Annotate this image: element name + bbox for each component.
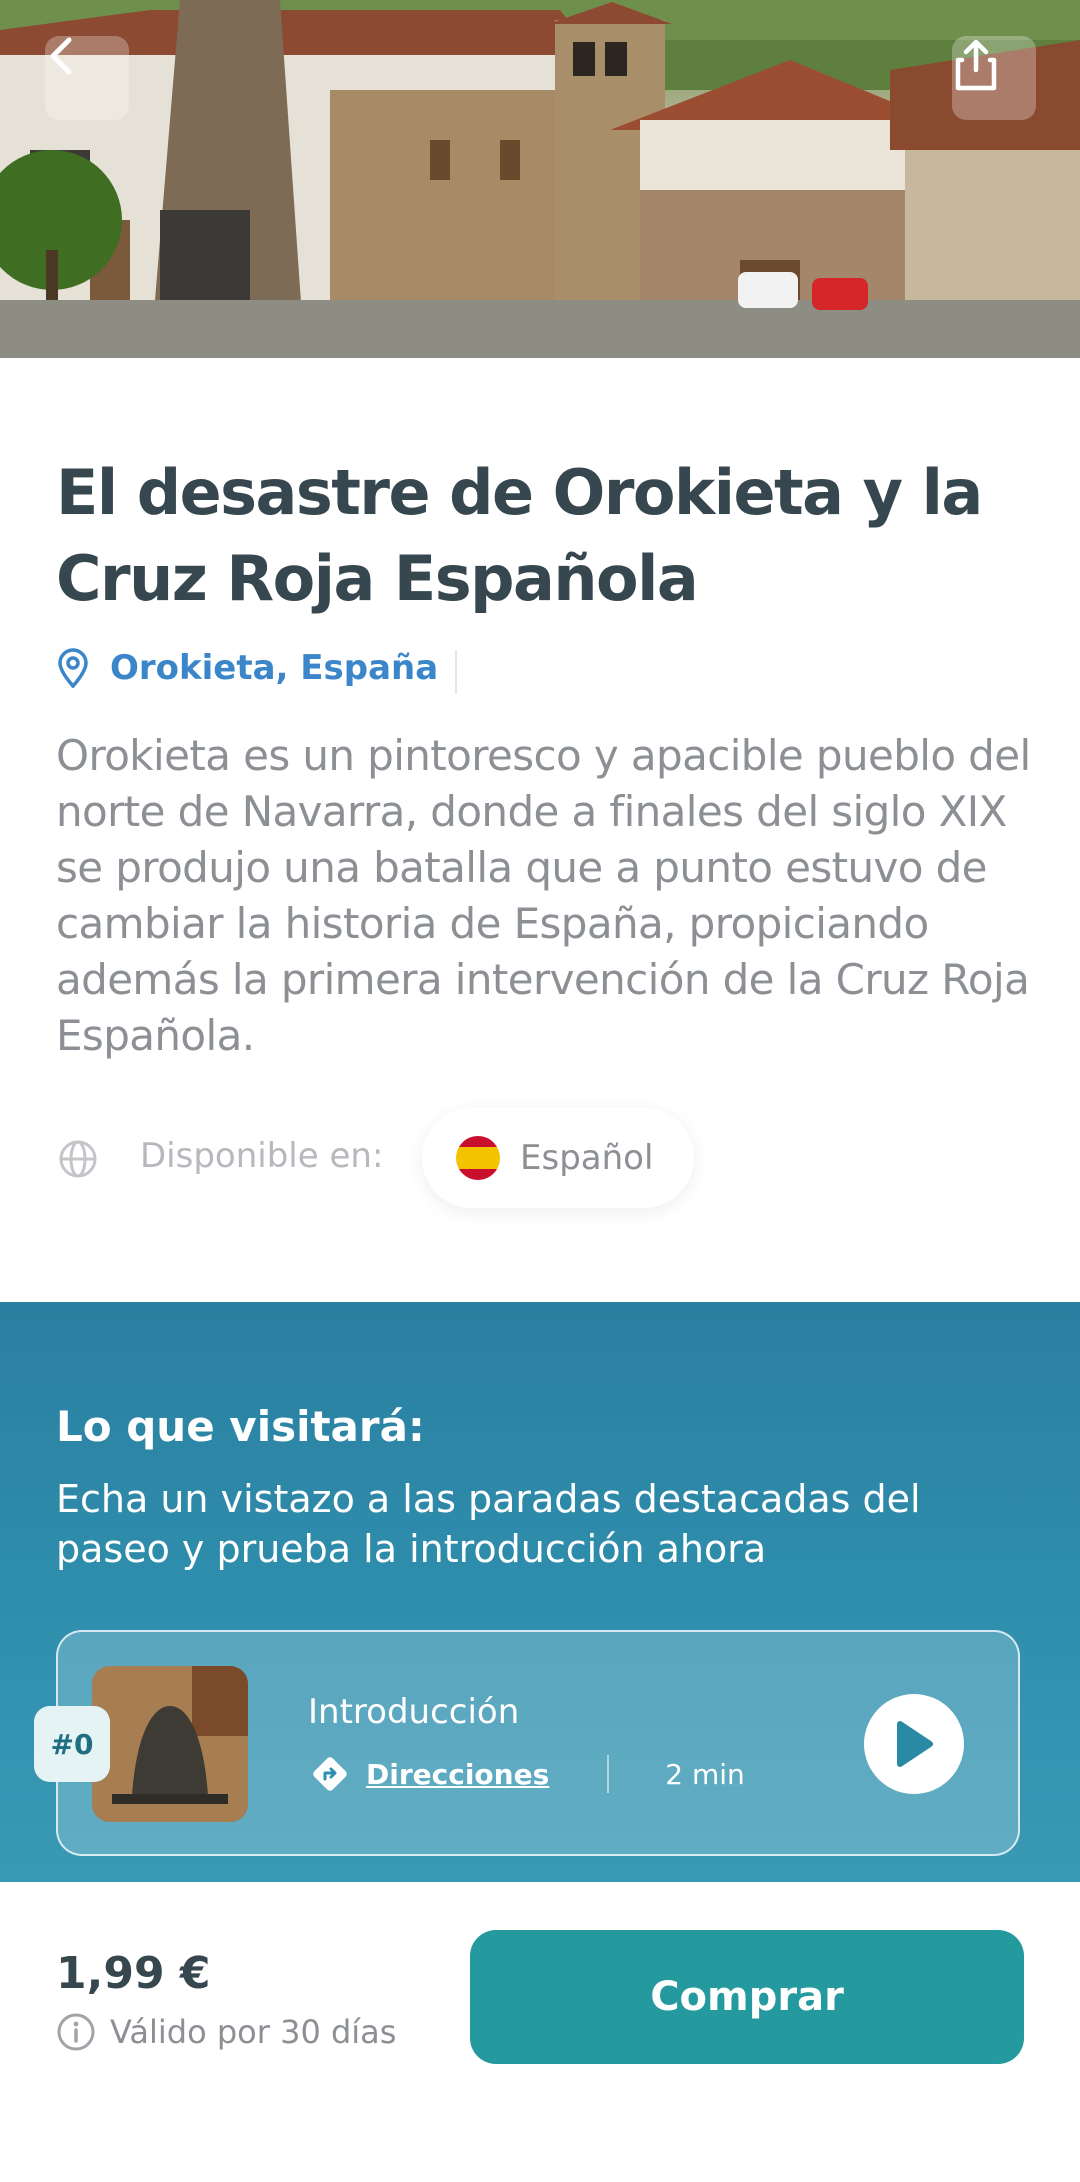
spain-flag-icon: [456, 1136, 500, 1180]
language-name: Español: [520, 1138, 654, 1178]
price: 1,99 €: [56, 1948, 211, 1999]
validity-info: Válido por 30 días: [56, 2012, 396, 2052]
bell-image: [92, 1666, 248, 1822]
location-pin-icon: [58, 648, 88, 688]
location-link[interactable]: Orokieta, España: [56, 648, 438, 688]
stops-subtitle: Echa un vistazo a las paradas destacadas…: [56, 1477, 921, 1571]
globe-icon: [59, 1140, 97, 1178]
available-label: Disponible en:: [140, 1136, 384, 1176]
play-button[interactable]: [864, 1694, 964, 1794]
buy-button[interactable]: Comprar: [470, 1930, 1024, 2064]
stop-thumbnail: [92, 1666, 248, 1822]
stops-title: Lo que visitará:: [56, 1402, 425, 1451]
stop-card[interactable]: Introducción Direcciones 2 min: [56, 1630, 1020, 1856]
info-icon: [57, 2013, 95, 2051]
stop-duration: 2 min: [665, 1757, 745, 1791]
stop-meta: Direcciones 2 min: [308, 1752, 745, 1796]
village-illustration: [0, 0, 1080, 358]
stop-number-badge: #0: [34, 1706, 110, 1782]
language-chip[interactable]: Español: [422, 1108, 694, 1208]
tour-description: Orokieta es un pintoresco y apacible pue…: [56, 731, 1031, 1060]
directions-link[interactable]: Direcciones: [366, 1758, 549, 1791]
share-button[interactable]: [952, 36, 1036, 120]
meta-divider: [607, 1755, 610, 1793]
validity-text: Válido por 30 días: [110, 2013, 397, 2051]
back-button[interactable]: [45, 36, 129, 120]
purchase-bar: 1,99 € Válido por 30 días Comprar: [0, 1882, 1080, 2182]
share-icon: [955, 39, 997, 91]
location-divider: [455, 650, 457, 694]
stop-name: Introducción: [308, 1692, 520, 1732]
back-icon: [50, 37, 72, 75]
directions-icon: [313, 1757, 347, 1791]
location-text: Orokieta, España: [110, 648, 439, 688]
play-icon: [897, 1721, 933, 1767]
tour-title: El desastre de Orokieta y la Cruz Roja E…: [56, 456, 983, 615]
hero-image: [0, 0, 1080, 358]
stops-section: Lo que visitará: Echa un vistazo a las p…: [0, 1302, 1080, 1882]
